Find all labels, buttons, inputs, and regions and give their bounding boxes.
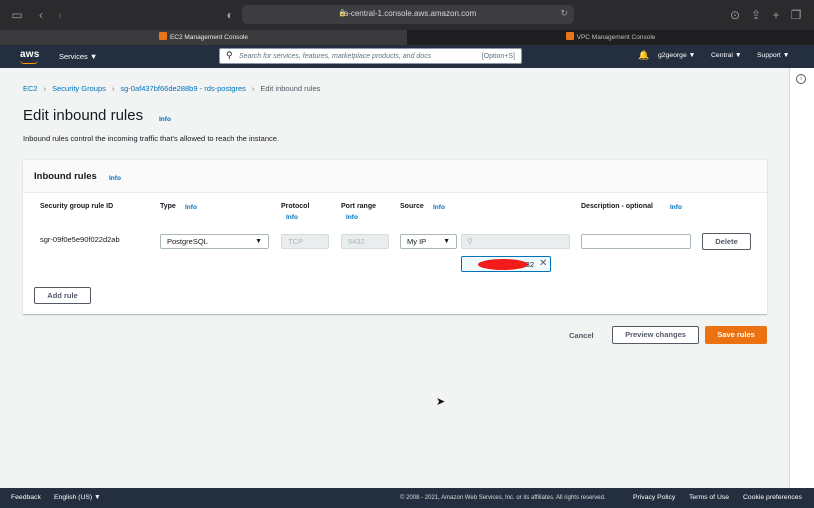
page-description: Inbound rules control the incoming traff… [23,134,280,143]
caret-down-icon: ▼ [734,52,742,59]
panel-title: Inbound rules [34,171,97,182]
description-input[interactable] [581,234,691,249]
delete-button[interactable]: Delete [702,233,751,250]
language-label: English (US) [54,494,93,501]
info-icon[interactable]: i [796,74,806,84]
port-range-value: 5432 [348,237,365,246]
aws-logo[interactable]: aws [20,49,40,60]
source-info-link[interactable]: Info [433,204,445,211]
search-placeholder: Search for services, features, marketpla… [239,52,432,60]
col-source: Source [400,203,424,210]
download-icon[interactable]: ⊙ [727,7,743,23]
breadcrumb-current: Edit inbound rules [260,84,321,93]
protocol-field: TCP [281,234,329,249]
bell-icon[interactable]: 🔔 [638,50,649,61]
type-select[interactable]: PostgreSQL ▼ [160,234,269,249]
reload-icon[interactable]: ↻ [560,8,568,19]
aws-favicon-icon [565,32,574,40]
feedback-link[interactable]: Feedback [11,494,41,501]
col-description: Description - optional [581,203,653,210]
address-bar[interactable]: 🔒 ca-central-1.console.aws.amazon.com ↻ [242,5,574,24]
type-info-link[interactable]: Info [185,204,197,211]
aws-favicon-icon [158,32,167,40]
user-menu[interactable]: g2george ▼ [658,52,695,59]
share-icon[interactable]: ⇪ [748,7,764,23]
description-info-link[interactable]: Info [670,204,682,211]
services-menu[interactable]: Services ▼ [59,52,97,61]
language-menu[interactable]: English (US) ▼ [54,494,101,501]
search-shortcut: [Option+S] [481,52,515,60]
source-token: 32 ✕ [461,256,551,272]
col-type: Type [160,203,176,210]
tab-bar: EC2 Management Console VPC Management Co… [0,30,814,45]
search-icon: ⚲ [467,237,473,246]
close-icon[interactable]: ✕ [539,258,547,270]
chevron-right-icon: › [111,84,115,93]
tab-overview-icon[interactable]: ❐ [788,7,804,23]
mouse-cursor-icon: ➤ [436,396,446,408]
chevron-right-icon: › [251,84,255,93]
help-panel-rail [789,68,814,488]
shield-icon[interactable]: ◐ [222,7,238,23]
rule-id: sgr-09f0e5e90f022d2ab [40,235,120,244]
tab-vpc[interactable]: VPC Management Console [407,30,814,45]
tab-label: EC2 Management Console [169,34,249,41]
caret-down-icon: ▼ [89,52,98,61]
col-protocol: Protocol [281,203,310,210]
privacy-link[interactable]: Privacy Policy [633,494,675,501]
browser-toolbar: ▭ ‹ › ◐ 🔒 ca-central-1.console.aws.amazo… [0,0,814,30]
back-icon[interactable]: ‹ [33,7,49,23]
services-label: Services [59,52,88,61]
breadcrumb-ec2[interactable]: EC2 [23,84,38,93]
source-token-text: 32 [525,260,534,269]
terms-link[interactable]: Terms of Use [689,494,729,501]
breadcrumb-security-groups[interactable]: Security Groups [52,84,106,93]
col-rule-id: Security group rule ID [40,203,114,210]
region-menu[interactable]: Central ▼ [711,52,742,59]
save-rules-button[interactable]: Save rules [705,326,767,344]
source-cidr-input[interactable]: ⚲ [461,234,570,249]
console-footer: Feedback English (US) ▼ © 2008 - 2021, A… [0,488,814,508]
breadcrumb: EC2 › Security Groups › sg-0af437bf66de288b9… [23,84,320,93]
console-nav: aws Services ▼ ⚲ Search for services, fe… [0,45,814,68]
title-info-link[interactable]: Info [159,116,171,123]
source-value: My IP [407,237,427,246]
copyright: © 2008 - 2021, Amazon Web Services, Inc.… [400,495,606,501]
search-icon: ⚲ [226,50,233,60]
protocol-info-link[interactable]: Info [286,214,298,221]
url-text: ca-central-1.console.aws.amazon.com [339,9,477,18]
caret-down-icon: ▼ [782,52,790,59]
port-range-info-link[interactable]: Info [346,214,358,221]
breadcrumb-security-group[interactable]: sg-0af437bf66de288b9 - rds-postgres [120,84,246,93]
panel-header: Inbound rules Info [23,160,767,193]
cookie-preferences-link[interactable]: Cookie preferences [743,494,802,501]
user-name: g2george [658,52,687,59]
chevron-right-icon: › [43,84,47,93]
page-title: Edit inbound rules [23,107,144,124]
add-rule-button[interactable]: Add rule [34,287,91,304]
type-value: PostgreSQL [167,237,208,246]
search-input[interactable]: ⚲ Search for services, features, marketp… [219,48,522,64]
panel-info-link[interactable]: Info [109,175,121,182]
col-port-range: Port range [341,203,377,210]
aws-smile-icon [20,60,38,64]
support-menu[interactable]: Support ▼ [757,52,789,59]
protocol-value: TCP [288,237,303,246]
forward-icon[interactable]: › [52,7,68,23]
caret-down-icon: ▼ [255,238,262,245]
caret-down-icon: ▼ [688,52,696,59]
support-label: Support [757,52,781,59]
preview-changes-button[interactable]: Preview changes [612,326,699,344]
sidebar-toggle-icon[interactable]: ▭ [9,7,25,23]
caret-down-icon: ▼ [94,494,101,501]
new-tab-icon[interactable]: + [768,7,784,23]
caret-down-icon: ▼ [443,238,450,245]
source-select[interactable]: My IP ▼ [400,234,457,249]
cancel-button[interactable]: Cancel [569,331,594,340]
tab-label: VPC Management Console [576,34,656,41]
tab-ec2[interactable]: EC2 Management Console [0,30,407,45]
port-range-field: 5432 [341,234,389,249]
region-name: Central [711,52,733,59]
